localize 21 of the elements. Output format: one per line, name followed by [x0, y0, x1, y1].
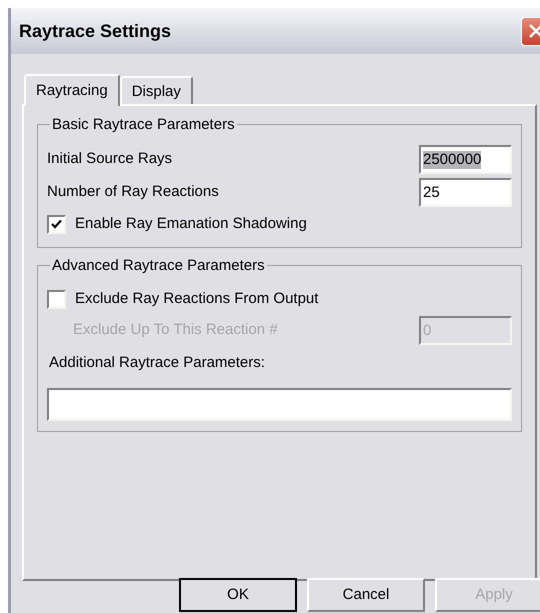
checkbox[interactable] — [47, 290, 66, 308]
close-icon — [528, 23, 540, 39]
checkbox-label: Exclude Ray Reactions From Output — [75, 288, 318, 309]
tab[interactable]: Display — [120, 76, 193, 104]
field-value: 25 — [423, 184, 440, 202]
dialog-button[interactable]: Cancel — [307, 578, 425, 612]
window-title: Raytrace Settings — [19, 20, 172, 43]
number-field[interactable]: 2500000 — [419, 145, 512, 174]
tab[interactable]: Raytracing — [24, 74, 120, 106]
checkbox[interactable] — [47, 214, 66, 234]
field-label: Number of Ray Reactions — [47, 182, 219, 202]
text-field[interactable] — [47, 388, 512, 420]
checkbox-label: Enable Ray Emanation Shadowing — [75, 214, 307, 234]
field-label: Exclude Up To This Reaction # — [73, 320, 278, 340]
number-field[interactable]: 25 — [419, 178, 512, 207]
dialog-button[interactable]: OK — [179, 578, 297, 612]
field-label: Additional Raytrace Parameters: — [48, 353, 266, 373]
field-value: 0 — [423, 322, 432, 340]
check-icon — [51, 218, 62, 230]
field-label: Initial Source Rays — [47, 149, 172, 170]
field-value: 2500000 — [423, 150, 482, 168]
